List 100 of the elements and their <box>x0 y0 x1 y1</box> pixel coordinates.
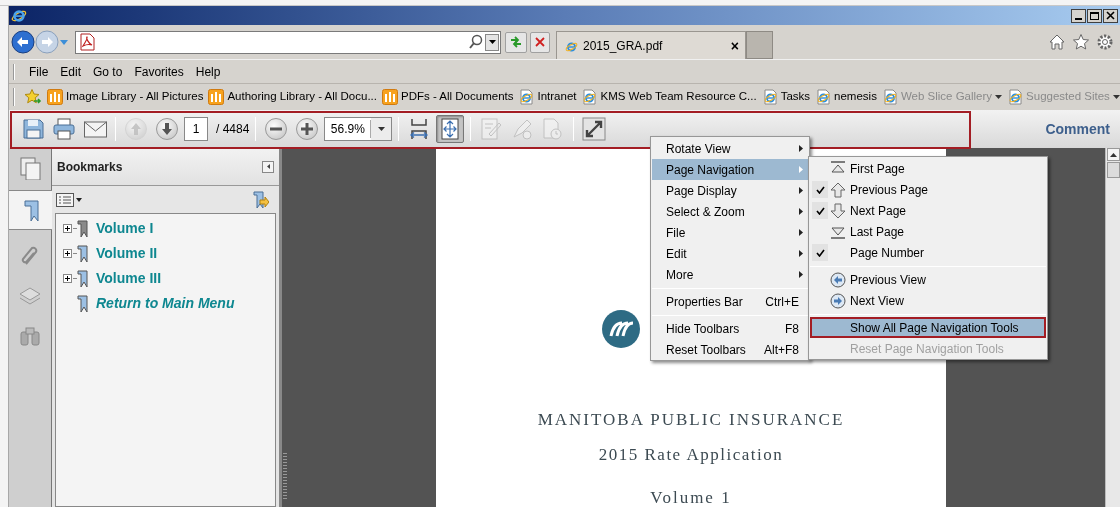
settings-icon[interactable] <box>1096 33 1114 51</box>
menu-item[interactable]: Favorites <box>128 62 190 81</box>
browser-logo-icon <box>11 7 27 24</box>
panel-title: Bookmarks <box>57 158 123 176</box>
pdf-file-icon <box>79 33 95 51</box>
web-page-icon <box>518 89 535 105</box>
home-icon[interactable] <box>1048 33 1066 51</box>
list-icon <box>56 192 74 207</box>
dropdown-caret-icon[interactable] <box>1112 95 1120 99</box>
back-button[interactable] <box>11 30 35 54</box>
menu-item[interactable]: Rotate View <box>652 138 808 159</box>
comment-button[interactable]: Comment <box>1045 118 1110 140</box>
minimize-button[interactable] <box>1071 8 1086 23</box>
web-page-icon <box>761 89 778 105</box>
expand-button[interactable] <box>63 224 72 233</box>
favorites-star-icon[interactable] <box>24 88 42 106</box>
favorite-link[interactable]: Tasks <box>780 88 811 106</box>
menu-item[interactable]: Next Page <box>810 200 1046 221</box>
dropdown-caret-icon[interactable] <box>995 95 1003 99</box>
binoculars-icon <box>18 324 42 348</box>
stop-button[interactable] <box>530 31 550 53</box>
favorite-link[interactable]: Image Library - All Pictures <box>66 88 204 106</box>
star-icon[interactable] <box>1072 33 1090 51</box>
logo-icon <box>602 310 640 348</box>
address-dropdown-button[interactable] <box>485 33 499 51</box>
menu-item[interactable]: First Page <box>810 158 1046 179</box>
menu-item[interactable]: File <box>23 62 55 81</box>
menu-item[interactable]: Edit <box>652 243 808 264</box>
menu-item[interactable]: Last Page <box>810 221 1046 242</box>
pen-icon <box>510 117 535 141</box>
favorite-link[interactable]: Authoring Library - All Docu... <box>227 88 377 106</box>
expand-arrows-button[interactable] <box>580 115 609 143</box>
minus-icon <box>264 117 289 141</box>
menu-item[interactable]: Go to <box>87 62 129 81</box>
menu-item[interactable]: Reset Toolbars Alt+F8 <box>652 339 808 360</box>
plus-icon <box>295 117 320 141</box>
sharepoint-site-icon <box>47 89 63 105</box>
bookmark-item[interactable]: Return to Main Menu <box>96 293 235 314</box>
bookmark-item[interactable]: Volume II <box>96 243 158 264</box>
favorite-link[interactable]: nemesis <box>834 88 877 106</box>
address-field[interactable] <box>75 30 501 54</box>
menu-item[interactable]: Page Display <box>652 180 808 201</box>
new-bookmark-icon[interactable] <box>251 190 269 209</box>
scroll-thumb[interactable] <box>1106 162 1120 178</box>
caret-icon <box>76 197 82 202</box>
menu-item[interactable]: Previous Page <box>810 179 1046 200</box>
collapse-arrow-icon <box>266 164 270 169</box>
expand-arrows-icon <box>582 117 607 141</box>
favorite-link[interactable]: PDFs - All Documents <box>401 88 514 106</box>
collapse-panel-button[interactable] <box>262 160 274 173</box>
web-page-icon <box>815 89 832 105</box>
search-icon <box>468 34 484 50</box>
menu-item[interactable]: More <box>652 264 808 285</box>
page-number-field[interactable]: 1 <box>184 117 208 141</box>
menu-item[interactable]: Show All Page Navigation Tools <box>810 317 1046 338</box>
down-arrow-button[interactable] <box>153 115 181 143</box>
menu-item[interactable]: File <box>652 222 808 243</box>
sharepoint-site-icon <box>208 89 225 105</box>
favorite-link[interactable]: Intranet <box>537 88 577 106</box>
menu-item[interactable]: Next View <box>810 290 1046 311</box>
printer-button[interactable] <box>50 115 78 143</box>
close-button[interactable] <box>1103 8 1118 23</box>
refresh-button[interactable] <box>505 31 527 53</box>
bookmark-item[interactable]: Volume I <box>96 218 154 239</box>
options-button[interactable] <box>56 192 82 207</box>
web-page-icon <box>881 89 898 105</box>
scrollbar[interactable] <box>1105 148 1120 507</box>
scroll-up-arrow-icon[interactable] <box>1109 152 1117 157</box>
bookmark-item[interactable]: Volume III <box>96 268 162 289</box>
menu-item[interactable]: Previous View <box>810 269 1046 290</box>
pages-icon <box>18 156 42 180</box>
menu-item[interactable]: Page Navigation <box>652 159 808 180</box>
maximize-button[interactable] <box>1087 8 1102 23</box>
close-icon <box>534 36 546 48</box>
fit-page-button[interactable] <box>436 115 465 143</box>
expand-button[interactable] <box>63 274 72 283</box>
zoom-field[interactable]: 56.9% <box>324 117 393 141</box>
up-arrow-icon <box>830 181 846 198</box>
menu-item[interactable]: Help <box>189 62 227 81</box>
favorite-link[interactable]: KMS Web Team Resource C... <box>600 88 757 106</box>
web-page-icon <box>1007 89 1024 105</box>
document-volume: Volume 1 <box>650 487 732 507</box>
document-heading: MANITOBA PUBLIC INSURANCE <box>537 409 845 431</box>
menu-item[interactable]: Properties Bar Ctrl+E <box>652 291 808 312</box>
refresh-icon <box>509 35 523 49</box>
resize-grip[interactable] <box>283 453 287 499</box>
caret-icon <box>488 40 496 44</box>
tab-close-button[interactable]: × <box>730 38 739 53</box>
tab-title: 2015_GRA.pdf <box>583 37 663 55</box>
document-pen-icon <box>479 117 504 141</box>
page-count: / 4484 <box>216 121 250 138</box>
menu-item[interactable]: Hide Toolbars F8 <box>652 318 808 339</box>
menu-item[interactable]: Page Number <box>810 242 1046 263</box>
menu-item[interactable]: Select & Zoom <box>652 201 808 222</box>
menu-item[interactable]: Edit <box>54 62 88 81</box>
expand-button[interactable] <box>63 249 72 258</box>
down-arrow-icon <box>830 202 846 219</box>
caret-icon[interactable] <box>377 127 385 131</box>
browser-tab[interactable]: 2015_GRA.pdf × <box>556 31 746 59</box>
web-page-icon <box>581 89 598 105</box>
